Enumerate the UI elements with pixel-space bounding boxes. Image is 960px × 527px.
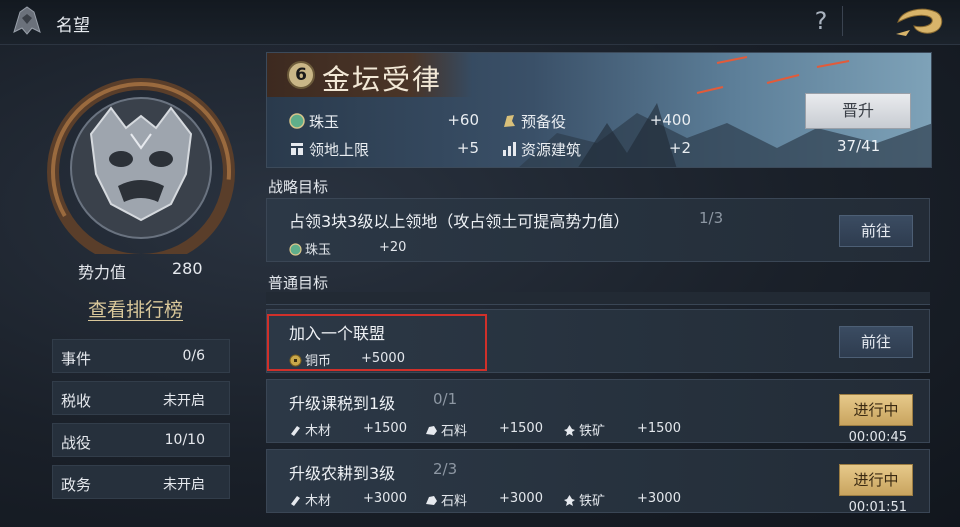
resource-label: 预备役 bbox=[521, 113, 567, 131]
wood-icon bbox=[291, 496, 300, 506]
reward-value: +1500 bbox=[363, 421, 407, 436]
task-reward: 铁矿 bbox=[563, 490, 605, 509]
stat-value: 10/10 bbox=[164, 432, 205, 448]
resource-value: +400 bbox=[649, 111, 691, 129]
helmet-logo-icon bbox=[13, 6, 41, 35]
task-progress: 0/1 bbox=[433, 390, 458, 408]
in-progress-button[interactable]: 进行中 bbox=[839, 394, 913, 426]
task-name: 加入一个联盟 bbox=[289, 324, 386, 343]
reward-value: +20 bbox=[379, 240, 407, 255]
stat-label: 政务 bbox=[61, 476, 92, 494]
in-progress-button[interactable]: 进行中 bbox=[839, 464, 913, 496]
stat-label: 税收 bbox=[61, 392, 92, 410]
dragon-back-icon[interactable] bbox=[892, 4, 948, 40]
stat-label: 战役 bbox=[61, 434, 92, 452]
reward-value: +5000 bbox=[361, 351, 405, 366]
resource-value: +5 bbox=[456, 139, 479, 157]
view-ranking-link[interactable]: 查看排行榜 bbox=[88, 295, 183, 322]
resource-jade: 珠玉 bbox=[289, 111, 339, 132]
stat-value: 未开启 bbox=[163, 393, 205, 409]
header-divider bbox=[842, 6, 843, 36]
reward-label: 珠玉 bbox=[305, 243, 332, 258]
stone-icon bbox=[426, 426, 437, 435]
stat-row-affairs: 政务 未开启 bbox=[52, 465, 230, 499]
task-timer: 00:00:45 bbox=[848, 430, 907, 445]
task-reward: 珠玉 bbox=[289, 239, 331, 258]
top-bar: 名望 ? bbox=[0, 0, 960, 45]
reserve-soldier-icon bbox=[504, 115, 515, 127]
reward-label: 铁矿 bbox=[579, 424, 606, 439]
reward-value: +3000 bbox=[637, 491, 681, 506]
resource-label: 珠玉 bbox=[309, 113, 340, 131]
task-name: 升级课税到1级 bbox=[289, 394, 396, 413]
power-value: 280 bbox=[172, 259, 203, 278]
stat-label: 事件 bbox=[61, 350, 92, 368]
reward-label: 木材 bbox=[305, 424, 332, 439]
reward-label: 木材 bbox=[305, 494, 332, 509]
wood-icon bbox=[291, 426, 300, 436]
reward-value: +3000 bbox=[363, 491, 407, 506]
page-title: 名望 bbox=[56, 16, 90, 36]
task-reward: 木材 bbox=[289, 420, 331, 439]
normal-task-card: 升级课税到1级 0/1 木材 +1500 石料 +1500 铁矿 +1500 进… bbox=[266, 379, 930, 445]
jade-orb-icon bbox=[289, 243, 302, 256]
iron-ore-icon bbox=[564, 495, 575, 506]
power-label: 势力值 bbox=[78, 263, 127, 282]
normal-goals-label: 普通目标 bbox=[268, 274, 329, 292]
rank-title: 金坛受律 bbox=[322, 63, 443, 96]
jade-orb-icon bbox=[289, 113, 305, 129]
reward-value: +1500 bbox=[637, 421, 681, 436]
go-button[interactable]: 前往 bbox=[839, 326, 913, 358]
stone-icon bbox=[426, 496, 437, 505]
task-reward: 铜币 bbox=[289, 350, 331, 369]
task-reward: 石料 bbox=[425, 420, 467, 439]
resource-building-icon bbox=[503, 142, 516, 156]
task-progress: 2/3 bbox=[433, 460, 458, 478]
task-name: 升级农耕到3级 bbox=[289, 464, 396, 483]
resource-label: 领地上限 bbox=[309, 141, 370, 159]
go-button[interactable]: 前往 bbox=[839, 215, 913, 247]
promote-button[interactable]: 晋升 bbox=[805, 93, 911, 129]
stat-value: 未开启 bbox=[163, 477, 205, 493]
normal-task-card: 加入一个联盟 铜币 +5000 前往 bbox=[266, 309, 930, 373]
reward-value: +1500 bbox=[499, 421, 543, 436]
task-reward: 石料 bbox=[425, 490, 467, 509]
reward-value: +3000 bbox=[499, 491, 543, 506]
stat-row-battle: 战役 10/10 bbox=[52, 423, 230, 457]
reward-label: 石料 bbox=[441, 424, 468, 439]
promotion-progress: 37/41 bbox=[837, 137, 881, 155]
resource-buildings: 资源建筑 bbox=[501, 139, 581, 160]
level-badge: 6 bbox=[287, 61, 315, 89]
reward-label: 铜币 bbox=[305, 354, 332, 369]
resource-value: +60 bbox=[447, 111, 479, 129]
rank-banner: 6 金坛受律 珠玉 +60 预备役 +400 领地上限 +5 资源建筑 +2 晋… bbox=[266, 52, 932, 168]
resource-reserve: 预备役 bbox=[501, 111, 566, 132]
task-progress: 1/3 bbox=[699, 209, 724, 227]
list-top-edge bbox=[266, 292, 930, 305]
stat-value: 0/6 bbox=[182, 348, 205, 364]
task-reward: 铁矿 bbox=[563, 420, 605, 439]
task-reward: 木材 bbox=[289, 490, 331, 509]
demon-mask-emblem-icon bbox=[47, 78, 235, 254]
stat-row-tax: 税收 未开启 bbox=[52, 381, 230, 415]
task-timer: 00:01:51 bbox=[848, 500, 907, 515]
iron-ore-icon bbox=[564, 425, 575, 436]
strategic-goals-label: 战略目标 bbox=[268, 178, 329, 196]
normal-task-card: 升级农耕到3级 2/3 木材 +3000 石料 +3000 铁矿 +3000 进… bbox=[266, 449, 930, 515]
copper-coin-icon bbox=[289, 354, 302, 367]
resource-territory-limit: 领地上限 bbox=[289, 139, 369, 160]
reward-label: 铁矿 bbox=[579, 494, 606, 509]
task-name: 占领3块3级以上领地（攻占领土可提高势力值） bbox=[289, 212, 630, 231]
strategic-task-card: 占领3块3级以上领地（攻占领土可提高势力值） 1/3 珠玉 +20 前往 bbox=[266, 198, 930, 262]
stat-row-events: 事件 0/6 bbox=[52, 339, 230, 373]
territory-limit-icon bbox=[291, 143, 303, 155]
resource-label: 资源建筑 bbox=[521, 141, 582, 159]
resource-value: +2 bbox=[668, 139, 691, 157]
reward-label: 石料 bbox=[441, 494, 468, 509]
help-question-icon[interactable]: ? bbox=[810, 6, 832, 36]
